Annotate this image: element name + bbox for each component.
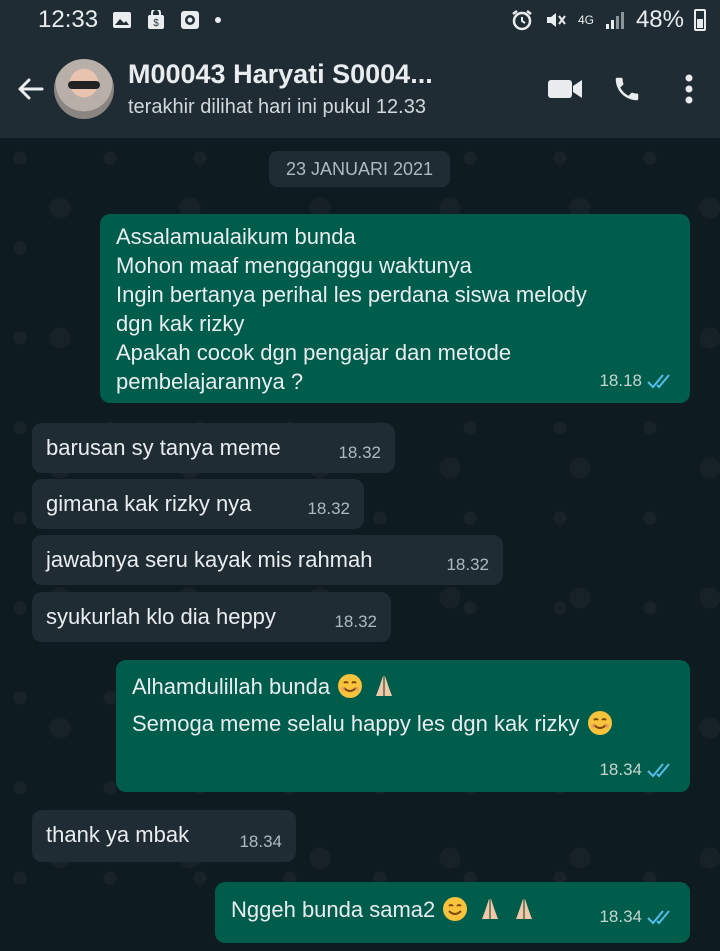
message-text: pembelajarannya ? bbox=[116, 369, 304, 394]
contact-info[interactable]: M00043 Haryati S0004... terakhir dilihat… bbox=[128, 59, 483, 119]
message-text: Semoga meme selalu happy les dgn kak riz… bbox=[132, 711, 580, 736]
message-time: 18.32 bbox=[338, 443, 381, 462]
battery-percent: 48% bbox=[635, 6, 684, 33]
message-bubble-incoming[interactable]: jawabnya seru kayak mis rahmah 18.32 bbox=[32, 535, 503, 585]
gallery-icon bbox=[113, 12, 132, 28]
voice-call-button[interactable] bbox=[596, 59, 658, 119]
svg-text:$: $ bbox=[153, 18, 159, 29]
smiling-face-emoji-icon bbox=[443, 897, 468, 921]
message-text: syukurlah klo dia heppy bbox=[46, 604, 276, 629]
folded-hands-emoji-icon bbox=[376, 676, 393, 696]
notification-dot-icon bbox=[215, 17, 222, 23]
message-bubble-incoming[interactable]: gimana kak rizky nya 18.32 bbox=[32, 479, 364, 529]
read-ticks-icon bbox=[647, 762, 670, 777]
battery-icon bbox=[694, 9, 706, 31]
message-text: Nggeh bunda sama2 bbox=[231, 897, 436, 922]
message-text: Ingin bertanya perihal les perdana siswa… bbox=[116, 282, 587, 307]
message-time: 18.34 bbox=[599, 907, 642, 926]
message-text: jawabnya seru kayak mis rahmah bbox=[46, 547, 373, 572]
message-bubble-outgoing[interactable]: Alhamdulillah bunda Semoga meme selalu h… bbox=[116, 660, 690, 792]
avatar[interactable] bbox=[54, 59, 114, 119]
network-type: 4G bbox=[577, 13, 594, 27]
status-time: 12:33 bbox=[38, 6, 99, 33]
message-text: Assalamualaikum bunda bbox=[116, 224, 356, 249]
message-bubble-incoming[interactable]: syukurlah klo dia heppy 18.32 bbox=[32, 592, 391, 642]
message-bubble-incoming[interactable]: barusan sy tanya meme 18.32 bbox=[32, 423, 395, 473]
record-icon bbox=[181, 11, 200, 29]
message-text: Apakah cocok dgn pengajar dan metode bbox=[116, 340, 512, 365]
message-bubble-outgoing[interactable]: Assalamualaikum bunda Mohon maaf menggan… bbox=[100, 214, 690, 403]
chat-area[interactable]: 23 JANUARI 2021 Assalamualaikum bunda Mo… bbox=[0, 138, 720, 951]
message-text: dgn kak rizky bbox=[116, 311, 245, 336]
message-bubble-outgoing[interactable]: Nggeh bunda sama2 18.34 bbox=[215, 882, 690, 943]
message-text: thank ya mbak bbox=[46, 822, 190, 847]
more-vert-icon bbox=[685, 74, 693, 104]
message-text: gimana kak rizky nya bbox=[46, 491, 252, 516]
read-ticks-icon bbox=[647, 373, 670, 388]
back-arrow-icon bbox=[18, 78, 44, 100]
chat-header: M00043 Haryati S0004... terakhir dilihat… bbox=[0, 40, 720, 138]
read-ticks-icon bbox=[647, 909, 670, 924]
message-bubble-incoming[interactable]: thank ya mbak 18.34 bbox=[32, 810, 296, 862]
folded-hands-emoji-icon bbox=[481, 899, 498, 919]
signal-icon bbox=[605, 12, 624, 29]
message-time: 18.32 bbox=[334, 612, 377, 631]
message-text: Alhamdulillah bunda bbox=[132, 674, 331, 699]
shop-icon: $ bbox=[148, 10, 165, 29]
date-separator: 23 JANUARI 2021 bbox=[269, 151, 450, 187]
video-call-icon bbox=[548, 80, 582, 98]
folded-hands-emoji-icon bbox=[515, 899, 532, 919]
last-seen: terakhir dilihat hari ini pukul 12.33 bbox=[128, 96, 426, 118]
status-bar: 12:33 $ 4G 48% bbox=[0, 0, 720, 40]
more-options-button[interactable] bbox=[658, 59, 720, 119]
video-call-button[interactable] bbox=[534, 59, 596, 119]
message-time: 18.34 bbox=[599, 760, 642, 779]
smiling-face-emoji-icon bbox=[338, 674, 363, 698]
message-time: 18.32 bbox=[446, 555, 489, 574]
message-text: barusan sy tanya meme bbox=[46, 435, 281, 460]
message-time: 18.18 bbox=[599, 371, 642, 390]
phone-icon bbox=[615, 77, 639, 101]
message-time: 18.34 bbox=[239, 832, 282, 851]
mute-icon bbox=[546, 13, 566, 27]
smiling-face-emoji-icon bbox=[587, 711, 612, 735]
back-button[interactable] bbox=[0, 74, 60, 104]
message-time: 18.32 bbox=[307, 499, 350, 518]
message-text: Mohon maaf mengganggu waktunya bbox=[116, 253, 472, 278]
contact-name: M00043 Haryati S0004... bbox=[128, 59, 433, 89]
alarm-icon bbox=[512, 10, 532, 31]
